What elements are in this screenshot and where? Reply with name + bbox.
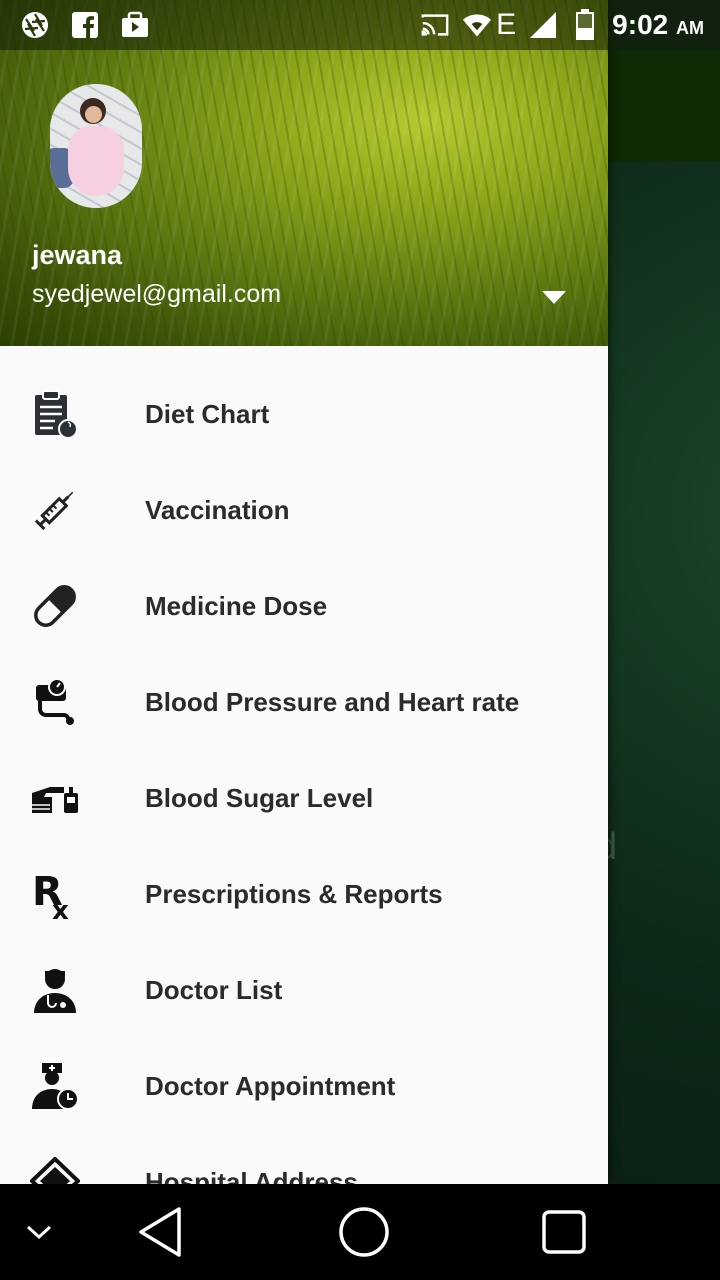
menu-item-label: Doctor List xyxy=(145,974,283,1005)
signal-icon xyxy=(528,10,558,40)
menu-item-vaccination[interactable]: Vaccination xyxy=(0,462,608,558)
blood-pressure-icon xyxy=(30,677,80,727)
drawer-menu: Diet Chart Vaccination Medicine Dose Blo… xyxy=(0,366,608,1184)
pill-icon xyxy=(30,581,80,631)
menu-item-diet-chart[interactable]: Diet Chart xyxy=(0,366,608,462)
menu-item-blood-sugar[interactable]: Blood Sugar Level xyxy=(0,750,608,846)
syringe-icon xyxy=(30,485,80,535)
menu-item-hospital-address[interactable]: Hospital Address xyxy=(0,1134,608,1184)
menu-item-label: Medicine Dose xyxy=(145,590,328,621)
hospital-icon xyxy=(30,1157,80,1184)
recents-button[interactable] xyxy=(534,1184,594,1280)
menu-item-doctor-list[interactable]: Doctor List xyxy=(0,942,608,1038)
home-circle-icon xyxy=(339,1207,389,1257)
rx-icon: Rx xyxy=(30,869,80,919)
doctor-appointment-icon xyxy=(30,1061,80,1111)
clock: 9:02 AM xyxy=(612,9,704,40)
glucose-meter-icon xyxy=(30,773,80,823)
aperture-icon xyxy=(20,10,50,40)
hide-keyboard-button[interactable] xyxy=(14,1184,64,1280)
shopping-bag-icon xyxy=(120,10,150,40)
menu-item-medicine-dose[interactable]: Medicine Dose xyxy=(0,558,608,654)
home-button[interactable] xyxy=(334,1184,394,1280)
menu-item-blood-pressure[interactable]: Blood Pressure and Heart rate xyxy=(0,654,608,750)
cast-icon xyxy=(420,10,450,40)
account-name: jewana xyxy=(32,240,123,270)
status-bar: E 9:02 AM xyxy=(0,0,720,50)
svg-text:x: x xyxy=(52,896,69,919)
menu-item-label: Hospital Address xyxy=(145,1166,358,1185)
menu-item-doctor-appointment[interactable]: Doctor Appointment xyxy=(0,1038,608,1134)
back-button[interactable] xyxy=(130,1184,190,1280)
menu-item-label: Diet Chart xyxy=(145,398,270,429)
facebook-icon xyxy=(70,10,100,40)
navigation-drawer: jewana syedjewel@gmail.com Diet Chart Va… xyxy=(0,0,608,1184)
battery-icon xyxy=(570,9,600,40)
menu-item-label: Prescriptions & Reports xyxy=(145,878,443,909)
drawer-header: jewana syedjewel@gmail.com xyxy=(0,0,608,346)
doctor-icon xyxy=(30,965,80,1015)
account-email: syedjewel@gmail.com xyxy=(32,280,282,308)
wifi-icon xyxy=(462,10,492,40)
network-type: E xyxy=(496,8,517,41)
menu-item-prescriptions[interactable]: Rx Prescriptions & Reports xyxy=(0,846,608,942)
back-triangle-icon xyxy=(139,1207,181,1257)
chevron-down-icon[interactable] xyxy=(540,288,568,306)
menu-item-label: Vaccination xyxy=(145,494,290,525)
chevron-down-icon xyxy=(26,1225,52,1240)
avatar[interactable] xyxy=(50,84,142,208)
menu-item-label: Doctor Appointment xyxy=(145,1070,396,1101)
diet-chart-icon xyxy=(30,389,80,439)
menu-item-label: Blood Pressure and Heart rate xyxy=(145,686,520,717)
system-navigation-bar xyxy=(0,1184,720,1280)
recents-square-icon xyxy=(542,1210,586,1254)
menu-item-label: Blood Sugar Level xyxy=(145,782,374,813)
